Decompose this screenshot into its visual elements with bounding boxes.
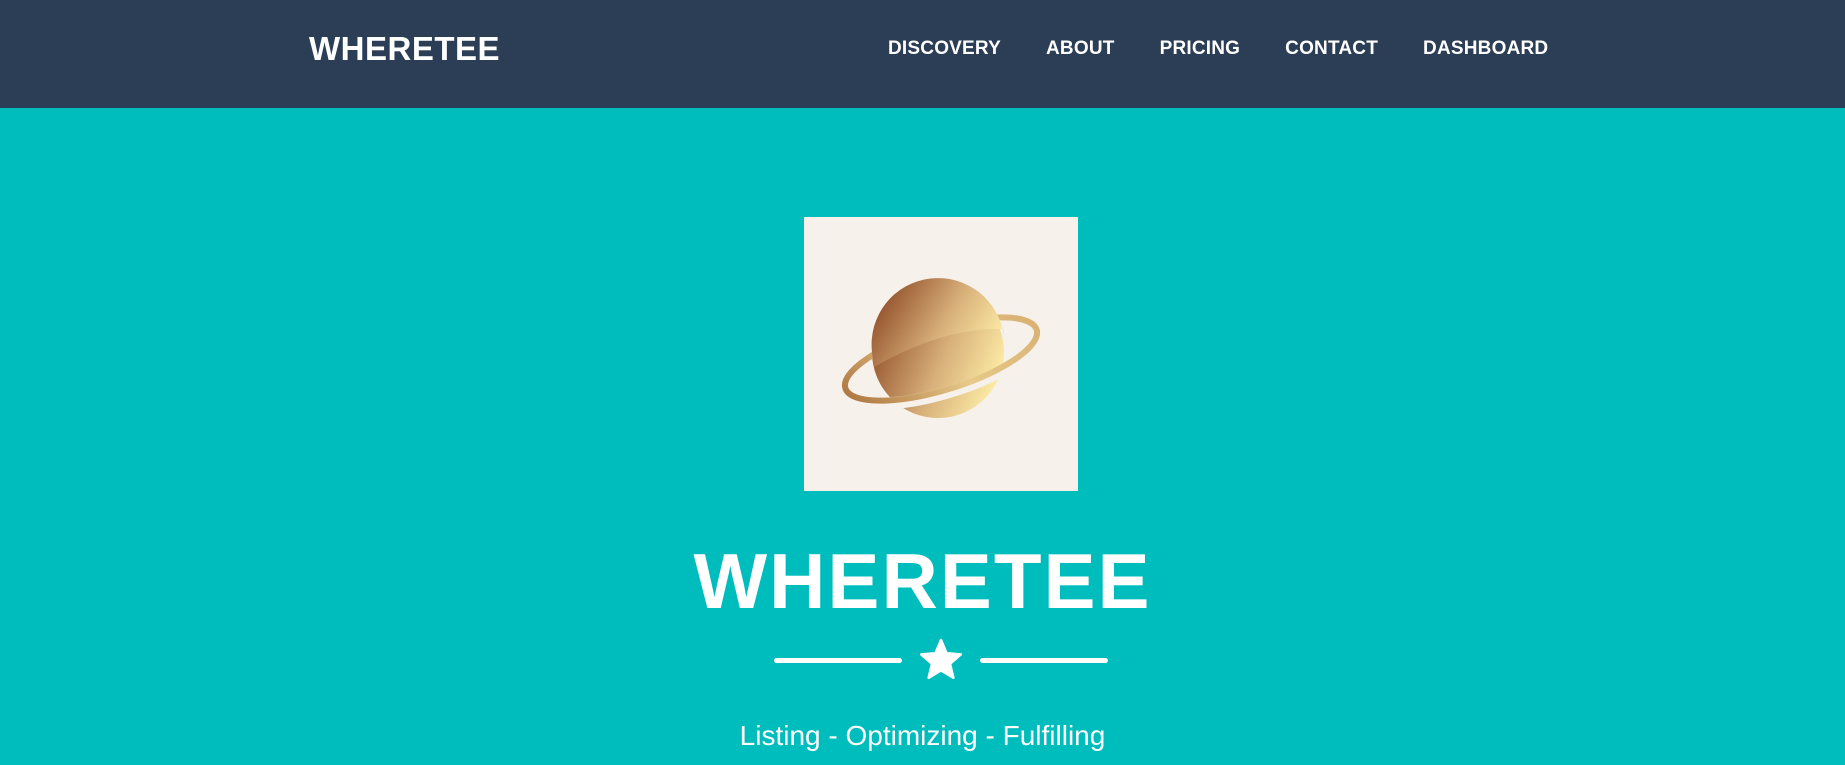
hero-section: WHERETEE Listing - Optimizing - Fulfilli…	[0, 108, 1845, 765]
brand-link[interactable]: WHERETEE	[309, 29, 500, 69]
divider-line-left	[774, 658, 902, 663]
nav-link-pricing[interactable]: PRICING	[1160, 36, 1241, 62]
star-divider	[774, 638, 1108, 684]
hero-subtitle: Listing - Optimizing - Fulfilling	[739, 720, 1106, 751]
divider-line-right	[980, 658, 1108, 663]
nav-item-contact: CONTACT	[1285, 36, 1378, 62]
nav-link-contact[interactable]: CONTACT	[1285, 36, 1378, 62]
hero-title: WHERETEE	[693, 537, 1152, 625]
nav-item-dashboard: DASHBOARD	[1423, 36, 1548, 62]
nav-link-about[interactable]: ABOUT	[1046, 36, 1115, 62]
nav-link-discovery[interactable]: DISCOVERY	[888, 36, 1001, 62]
logo-image	[804, 217, 1078, 491]
navbar: WHERETEE DISCOVERY ABOUT PRICING CONTACT…	[0, 0, 1845, 108]
planet-icon	[835, 278, 1047, 418]
nav-item-discovery: DISCOVERY	[888, 36, 1001, 62]
nav-item-about: ABOUT	[1046, 36, 1115, 62]
nav-menu: DISCOVERY ABOUT PRICING CONTACT DASHBOAR…	[888, 36, 1548, 62]
nav-item-pricing: PRICING	[1160, 36, 1241, 62]
star-icon	[919, 638, 963, 680]
nav-link-dashboard[interactable]: DASHBOARD	[1423, 36, 1548, 62]
